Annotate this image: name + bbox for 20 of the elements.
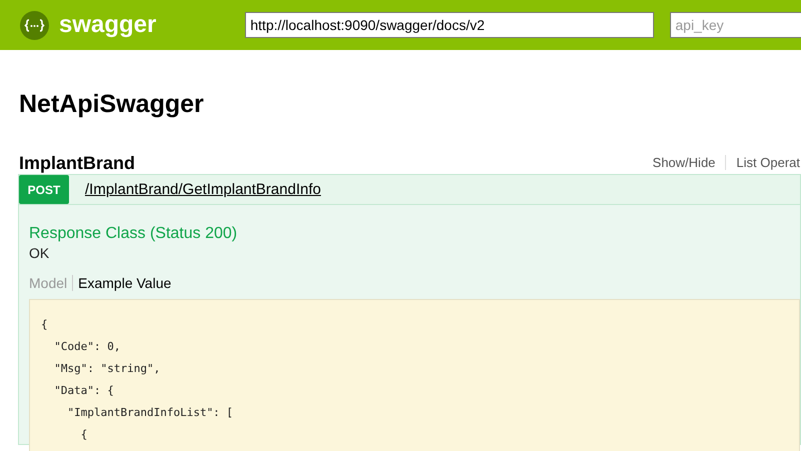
response-heading: Response Class (Status 200) <box>29 225 238 243</box>
code-line: "Code": 0, <box>53 339 122 355</box>
code-line: "Msg": "string", <box>53 361 162 377</box>
resource-name: ImplantBrand <box>19 153 136 174</box>
resource-link[interactable]: Show/Hide <box>642 155 716 170</box>
code-line: { <box>41 317 49 333</box>
code-line: "Data": { <box>53 383 115 399</box>
url-field[interactable]: http://localhost:9090/swagger/docs/v2 <box>245 12 654 38</box>
logo-icon <box>20 10 49 40</box>
method-badge: POST <box>19 175 69 204</box>
code-line: "ImplantBrandInfoList": [ <box>66 405 234 421</box>
logo-text: swagger <box>59 11 156 39</box>
page-title: NetApiSwagger <box>19 89 205 120</box>
response-text: OK <box>29 245 50 261</box>
operation-bar[interactable]: POST /ImplantBrand/GetImplantBrandInfo <box>18 174 801 205</box>
code-line: { <box>80 427 88 443</box>
resource-link[interactable]: List Operat <box>725 155 801 170</box>
api-key-field[interactable]: api_key <box>670 12 801 38</box>
model-tab[interactable]: Example Value <box>72 275 176 291</box>
operation-path-link[interactable]: /ImplantBrand/GetImplantBrandInfo <box>85 181 321 198</box>
